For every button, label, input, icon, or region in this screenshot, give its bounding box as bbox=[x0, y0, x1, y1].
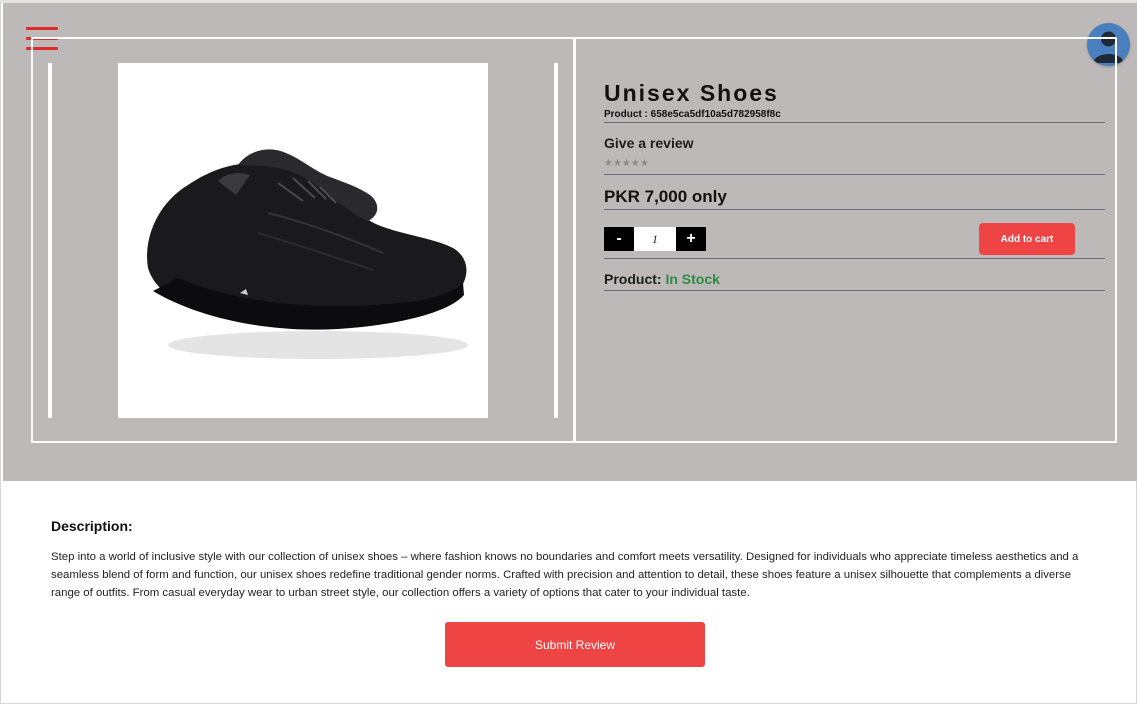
give-review-label: Give a review bbox=[604, 135, 694, 151]
submit-review-button[interactable]: Submit Review bbox=[445, 622, 705, 667]
product-card-divider bbox=[573, 37, 576, 443]
quantity-increment-button[interactable]: + bbox=[676, 227, 706, 251]
stock-status: Product: In Stock bbox=[604, 271, 720, 287]
divider bbox=[604, 290, 1105, 291]
divider bbox=[604, 258, 1105, 259]
product-id: Product : 658e5ca5df10a5d782958f8c bbox=[604, 109, 781, 120]
quantity-input[interactable] bbox=[634, 227, 676, 251]
add-to-cart-button[interactable]: Add to cart bbox=[979, 223, 1075, 255]
description-text: Step into a world of inclusive style wit… bbox=[51, 551, 1079, 599]
product-price: PKR 7,000 only bbox=[604, 187, 727, 206]
stock-label: Product: bbox=[604, 271, 662, 287]
image-frame-right-bar bbox=[554, 63, 558, 418]
image-frame-left-bar bbox=[48, 63, 52, 418]
divider bbox=[604, 122, 1105, 123]
star-rating[interactable]: ★★★★★ bbox=[604, 158, 649, 169]
in-stock-badge: In Stock bbox=[665, 271, 720, 287]
product-title: Unisex Shoes bbox=[604, 80, 779, 106]
description-title: Description: bbox=[51, 518, 133, 534]
divider bbox=[604, 209, 1105, 210]
quantity-decrement-button[interactable]: - bbox=[604, 227, 634, 251]
divider bbox=[604, 174, 1105, 175]
product-image bbox=[118, 63, 488, 418]
